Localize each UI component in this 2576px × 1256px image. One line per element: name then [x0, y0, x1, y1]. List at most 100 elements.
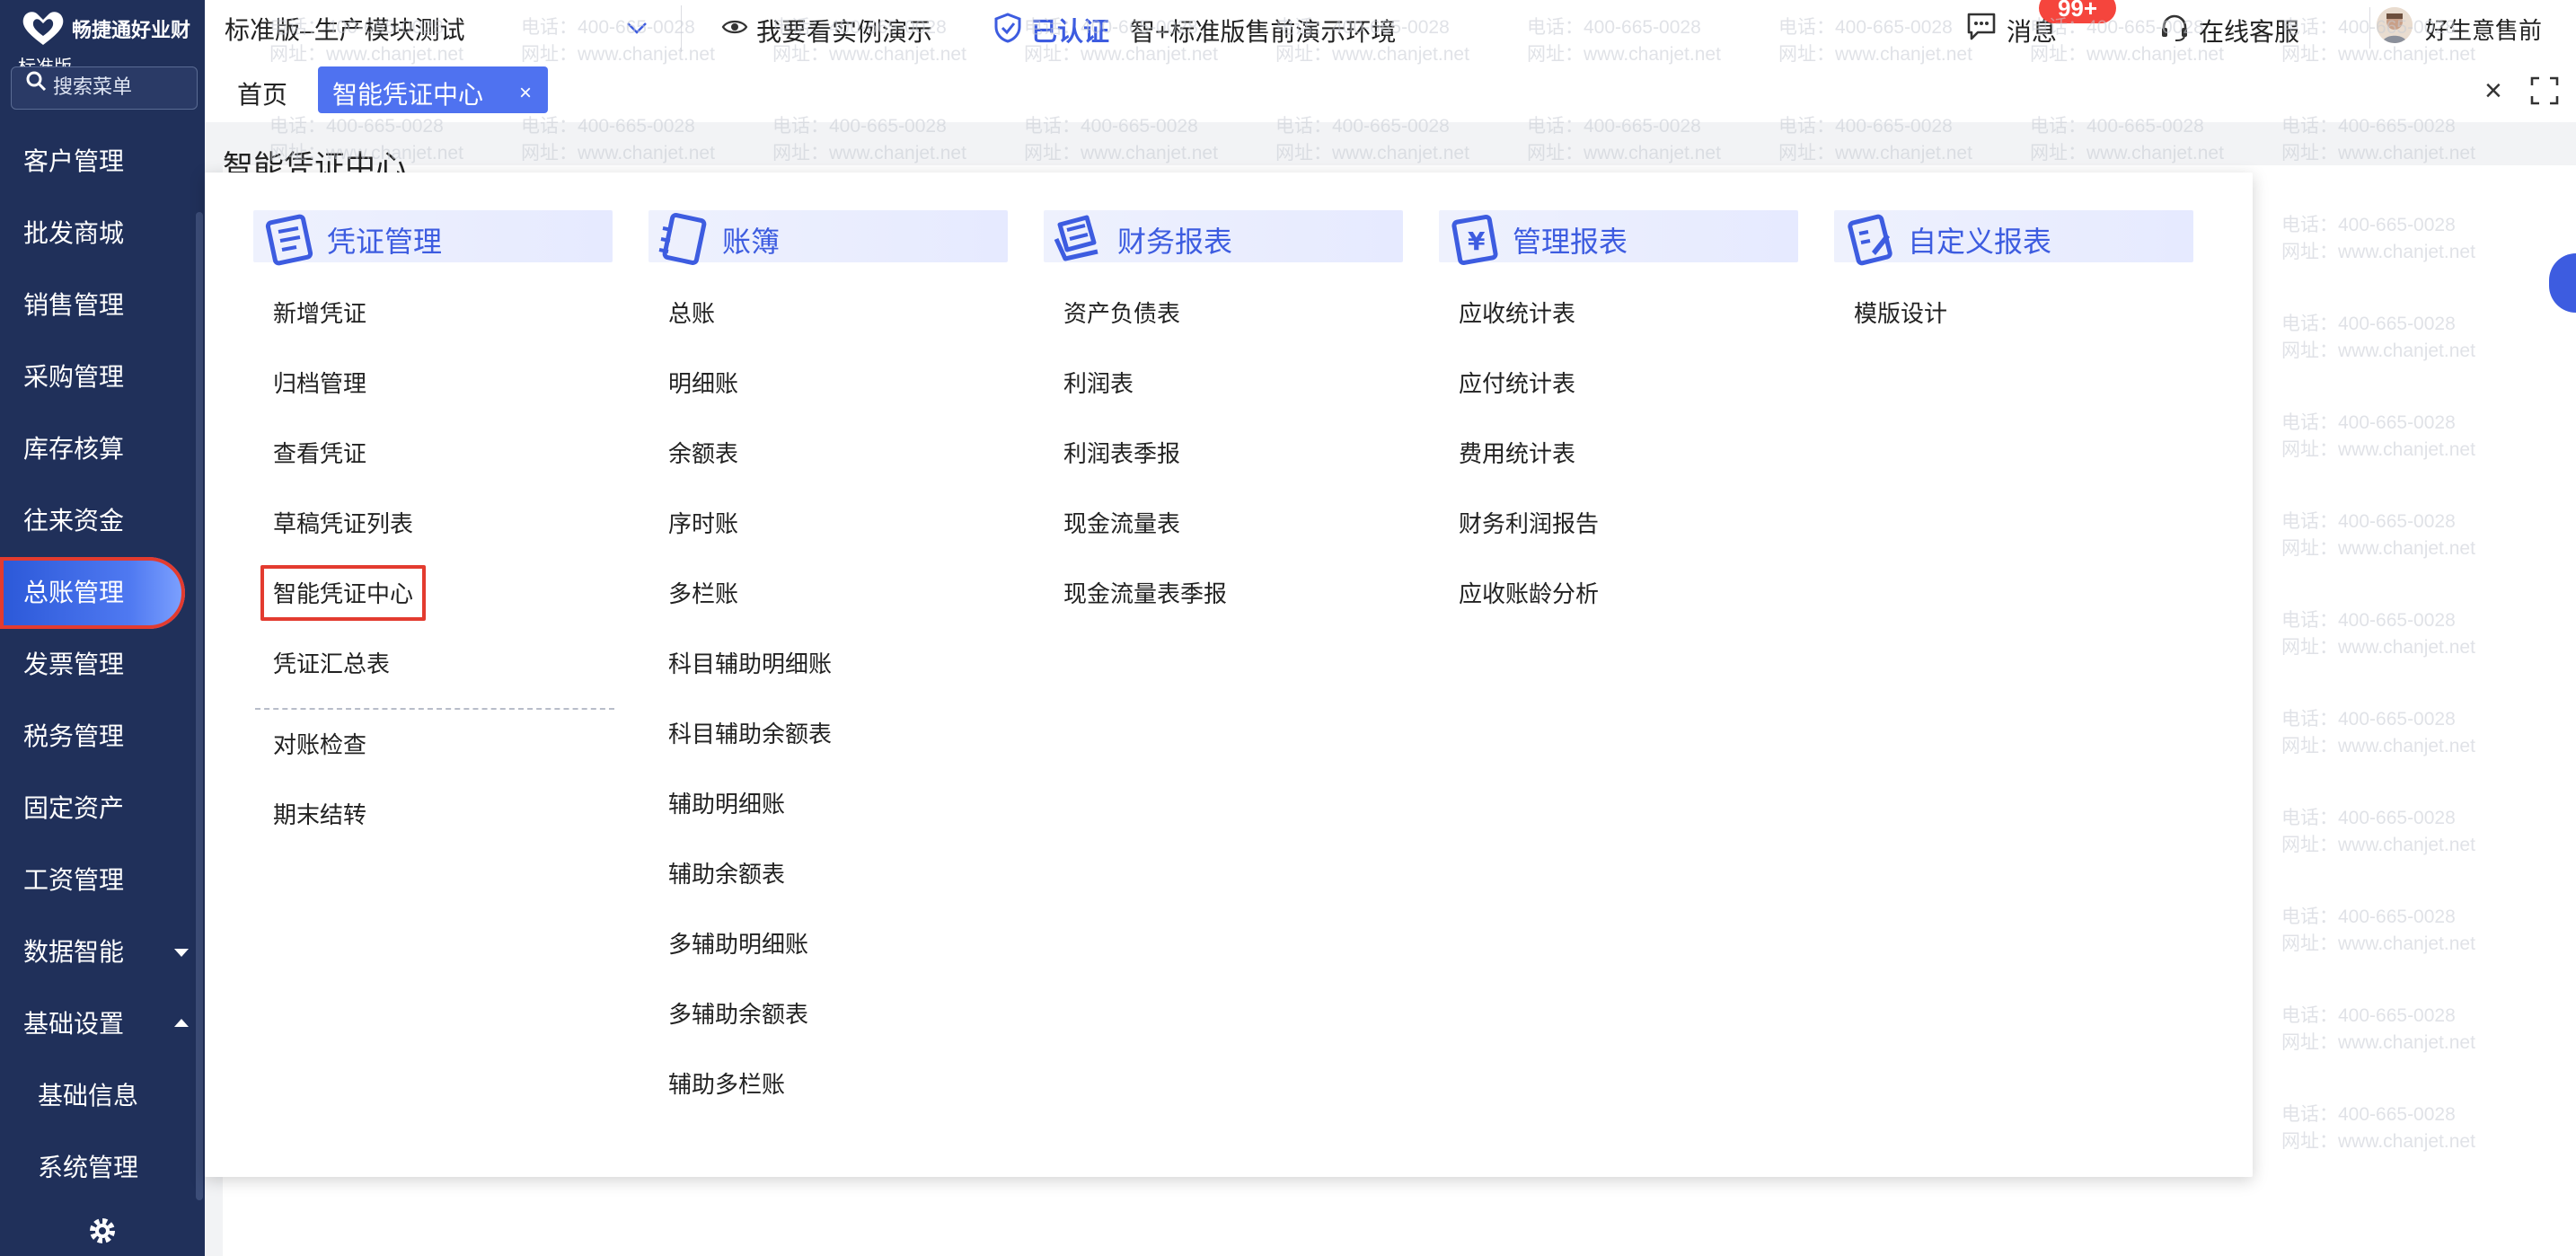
sidebar-subitem-system-management[interactable]: 系统管理 [0, 1132, 205, 1204]
menu-item-label: 序时账 [668, 510, 739, 537]
sidebar-item-label: 系统管理 [38, 1154, 139, 1181]
menu-item-new-voucher[interactable]: 新增凭证 [273, 291, 614, 361]
ledger-icon [658, 213, 707, 265]
menu-item-expense-stats[interactable]: 费用统计表 [1459, 431, 1800, 501]
message-icon[interactable] [1965, 11, 1998, 41]
financial-report-icon [1054, 215, 1098, 261]
sidebar-item-funds[interactable]: 往来资金 [0, 485, 205, 557]
menu-item-label: 财务利润报告 [1459, 510, 1600, 537]
menu-item-payables-stats[interactable]: 应付统计表 [1459, 361, 1800, 431]
gear-icon[interactable] [86, 1215, 119, 1247]
menu-column-title: 管理报表 [1513, 226, 1628, 258]
menu-item-receivables-stats[interactable]: 应收统计表 [1459, 291, 1800, 361]
menu-item-balance-sheet-ledger[interactable]: 余额表 [668, 431, 1010, 501]
menu-item-multi-column-ledger[interactable]: 多栏账 [668, 571, 1010, 641]
menu-item-income-statement[interactable]: 利润表 [1063, 361, 1405, 431]
sidebar-item-label: 采购管理 [23, 363, 125, 391]
sidebar-item-fixed-assets[interactable]: 固定资产 [0, 773, 205, 845]
tab-home[interactable]: 首页 [237, 75, 287, 111]
sidebar-item-general-ledger[interactable]: 总账管理 [0, 557, 185, 629]
menu-item-aux-balance[interactable]: 辅助余额表 [668, 852, 1010, 922]
general-ledger-menu-panel: 凭证管理 新增凭证 归档管理 查看凭证 草稿凭证列表 智能凭证中心 凭证汇总表 … [205, 172, 2253, 1177]
sidebar-subitem-basic-info[interactable]: 基础信息 [0, 1060, 205, 1132]
menu-column-custom-reports: 自定义报表 模版设计 [1834, 210, 2193, 327]
avatar[interactable] [2377, 7, 2413, 43]
chevron-down-icon[interactable] [623, 14, 650, 41]
menu-item-smart-voucher-center[interactable]: 智能凭证中心 [260, 565, 614, 641]
menu-item-label: 多辅助余额表 [668, 1001, 809, 1028]
menu-column-ledger: 账簿 总账 明细账 余额表 序时账 多栏账 科目辅助明细账 科目辅助余额表 辅助… [648, 210, 1008, 1098]
menu-item-receivables-aging[interactable]: 应收账龄分析 [1459, 571, 1800, 641]
sidebar-item-sales[interactable]: 销售管理 [0, 270, 205, 341]
menu-item-aux-multi-column[interactable]: 辅助多栏账 [668, 1062, 1010, 1132]
tab-smart-voucher-center[interactable]: 智能凭证中心 × [318, 66, 548, 113]
sidebar-item-label: 总账管理 [23, 579, 125, 606]
online-service-button[interactable]: 在线客服 [2199, 13, 2299, 49]
menu-item-label: 凭证汇总表 [273, 650, 391, 677]
menu-item-period-close[interactable]: 期末结转 [273, 792, 614, 862]
sidebar-item-tax[interactable]: 税务管理 [0, 701, 205, 773]
sidebar-item-label: 批发商城 [23, 219, 125, 247]
sidebar-item-invoice[interactable]: 发票管理 [0, 629, 205, 701]
menu-item-draft-vouchers[interactable]: 草稿凭证列表 [273, 501, 614, 571]
menu-item-profit-report[interactable]: 财务利润报告 [1459, 501, 1800, 571]
demo-link[interactable]: 我要看实例演示 [756, 13, 932, 49]
sidebar-item-customer[interactable]: 客户管理 [0, 126, 205, 198]
svg-text:¥: ¥ [1468, 226, 1486, 256]
menu-item-label: 利润表季报 [1063, 440, 1181, 467]
sidebar-menu: 客户管理 批发商城 销售管理 采购管理 库存核算 往来资金 总账管理 发票管理 … [0, 126, 205, 1204]
menu-item-balance-sheet[interactable]: 资产负债表 [1063, 291, 1405, 361]
company-selector[interactable]: 标准版–生产模块测试 [225, 11, 465, 47]
certified-badge: 已认证 [1031, 18, 1110, 47]
menu-item-multi-aux-balance[interactable]: 多辅助余额表 [668, 992, 1010, 1062]
fullscreen-icon[interactable] [2529, 75, 2560, 106]
sidebar-item-wholesale-mall[interactable]: 批发商城 [0, 198, 205, 270]
menu-item-income-quarterly[interactable]: 利润表季报 [1063, 431, 1405, 501]
menu-item-detail-ledger[interactable]: 明细账 [668, 361, 1010, 431]
shield-icon [994, 13, 1021, 43]
sidebar-item-payroll[interactable]: 工资管理 [0, 845, 205, 916]
menu-item-label: 多辅助明细账 [668, 931, 809, 958]
brand-logo-icon [22, 12, 64, 45]
menu-column-voucher: 凭证管理 新增凭证 归档管理 查看凭证 草稿凭证列表 智能凭证中心 凭证汇总表 … [253, 210, 614, 828]
menu-item-general-ledger[interactable]: 总账 [668, 291, 1010, 361]
sidebar-scrollbar[interactable] [196, 212, 203, 1200]
menu-column-items: 新增凭证 归档管理 查看凭证 草稿凭证列表 智能凭证中心 凭证汇总表 对账检查 … [255, 291, 614, 862]
menu-item-voucher-summary[interactable]: 凭证汇总表 [273, 641, 614, 712]
menu-item-label: 余额表 [668, 440, 739, 467]
menu-item-reconciliation[interactable]: 对账检查 [273, 722, 614, 792]
sidebar-item-label: 基础设置 [23, 1010, 125, 1038]
menu-item-cash-flow[interactable]: 现金流量表 [1063, 501, 1405, 571]
menu-column-title: 财务报表 [1117, 226, 1233, 258]
menu-item-label: 新增凭证 [273, 300, 367, 327]
voucher-icon [265, 214, 313, 266]
menu-item-aux-detail[interactable]: 辅助明细账 [668, 782, 1010, 852]
sidebar-item-label: 发票管理 [23, 650, 125, 678]
sidebar-item-data-intelligence[interactable]: 数据智能 [0, 916, 205, 988]
menu-item-label: 应付统计表 [1459, 370, 1576, 397]
headset-icon[interactable] [2159, 13, 2190, 43]
menu-item-journal[interactable]: 序时账 [668, 501, 1010, 571]
close-all-tabs-icon[interactable]: × [2484, 74, 2502, 109]
menu-item-label: 应收统计表 [1459, 300, 1576, 327]
sidebar-item-label: 税务管理 [23, 722, 125, 750]
menu-item-subject-aux-balance[interactable]: 科目辅助余额表 [668, 712, 1010, 782]
menu-item-view-voucher[interactable]: 查看凭证 [273, 431, 614, 501]
sidebar-item-label: 数据智能 [23, 938, 125, 966]
sidebar-item-purchase[interactable]: 采购管理 [0, 341, 205, 413]
sidebar-item-basic-settings[interactable]: 基础设置 [0, 988, 205, 1060]
menu-item-subject-aux-detail[interactable]: 科目辅助明细账 [668, 641, 1010, 712]
menu-item-archive[interactable]: 归档管理 [273, 361, 614, 431]
menu-item-cash-flow-quarterly[interactable]: 现金流量表季报 [1063, 571, 1405, 641]
sidebar-item-inventory[interactable]: 库存核算 [0, 413, 205, 485]
menu-column-management-reports: ¥ 管理报表 应收统计表 应付统计表 费用统计表 财务利润报告 应收账龄分析 [1439, 210, 1798, 607]
user-avatar-icon [2377, 7, 2413, 43]
menu-item-template-design[interactable]: 模版设计 [1854, 291, 2195, 361]
environment-label: 智+标准版售前演示环境 [1130, 18, 1397, 46]
menu-search-input[interactable]: 搜索菜单 [11, 66, 198, 110]
menu-column-items: 模版设计 [1854, 291, 2195, 361]
user-name[interactable]: 好生意售前 [2425, 13, 2542, 46]
menu-item-multi-aux-detail[interactable]: 多辅助明细账 [668, 922, 1010, 992]
close-tab-icon[interactable]: × [519, 81, 532, 106]
sidebar-item-label: 基础信息 [38, 1082, 139, 1110]
